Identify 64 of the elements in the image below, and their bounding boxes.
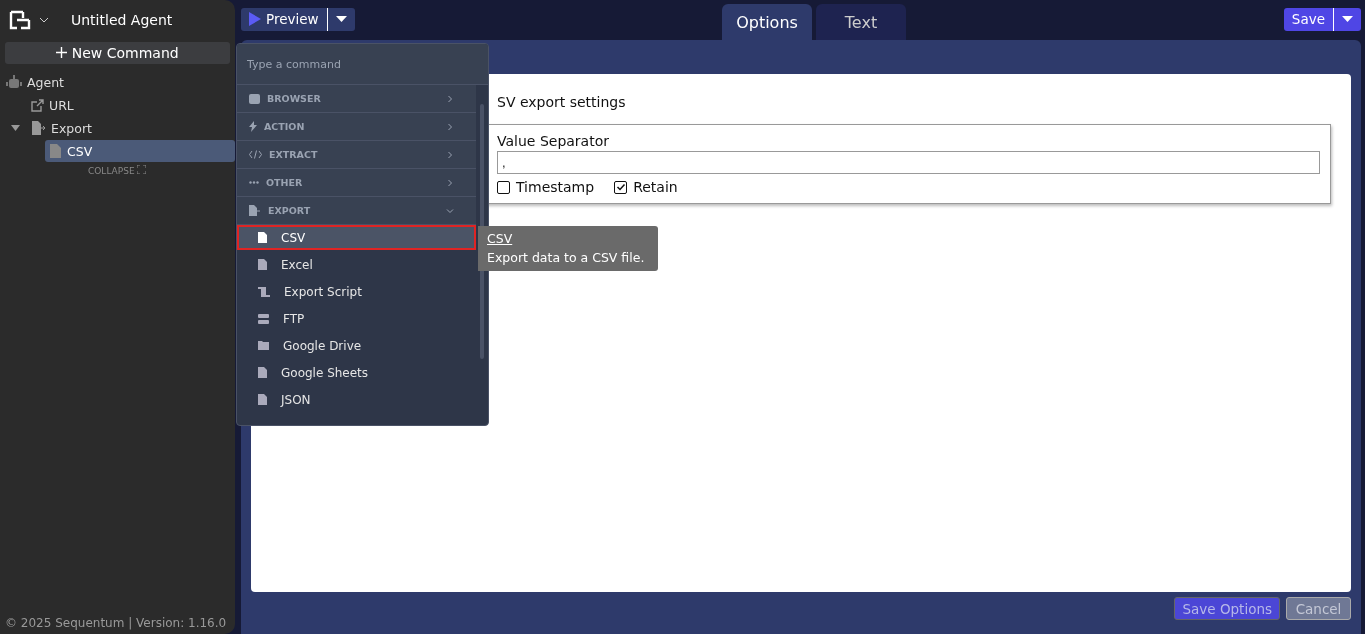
- new-command-button[interactable]: New Command: [5, 42, 230, 64]
- menu-item[interactable]: JSON: [237, 387, 476, 412]
- chevron-down-icon[interactable]: [39, 16, 49, 24]
- caret-down-icon[interactable]: [1342, 16, 1353, 22]
- agent-title: Untitled Agent: [71, 12, 173, 28]
- dots-icon: [249, 181, 259, 184]
- server-icon: [258, 313, 269, 324]
- tree-item[interactable]: URL: [0, 94, 235, 116]
- file-icon: [258, 259, 267, 270]
- chevron-right-icon: [446, 178, 454, 187]
- checkbox-label: Retain: [633, 179, 678, 195]
- external-link-icon: [31, 98, 44, 112]
- file-icon: [258, 367, 267, 378]
- tree-item[interactable]: Agent: [0, 71, 235, 93]
- field-label: Value Separator: [497, 133, 610, 149]
- collapse-button[interactable]: COLLAPSE: [88, 163, 147, 178]
- checkbox-label: Timestamp: [516, 179, 595, 195]
- menu-category[interactable]: BROWSER: [237, 85, 476, 113]
- tooltip-title: CSV: [487, 230, 514, 248]
- robot-icon: [6, 75, 22, 89]
- file-export-icon: [249, 205, 261, 216]
- scroll-icon: [258, 286, 270, 297]
- chevron-right-icon: [446, 122, 454, 131]
- csv-file-icon: [50, 144, 62, 158]
- preview-button[interactable]: Preview: [241, 7, 355, 31]
- folder-icon: [258, 341, 269, 350]
- bolt-icon: [249, 121, 257, 132]
- menu-item[interactable]: Export Script: [237, 279, 476, 304]
- chevron-right-icon: [446, 150, 454, 159]
- menu-item[interactable]: Google Sheets: [237, 360, 476, 385]
- expand-icon: [137, 165, 147, 174]
- tab[interactable]: Options: [722, 4, 812, 40]
- plus-icon: [56, 47, 68, 58]
- checkbox[interactable]: [614, 180, 628, 194]
- menu-category[interactable]: OTHER: [237, 169, 476, 197]
- caret-down-icon[interactable]: [335, 16, 347, 22]
- save-options-button[interactable]: Save Options: [1174, 597, 1280, 620]
- menu-item[interactable]: Google Drive: [237, 333, 476, 358]
- file-icon: [258, 232, 267, 243]
- file-icon: [258, 394, 267, 405]
- footer-text: © 2025 Sequentum | Version: 1.16.0: [4, 616, 228, 632]
- command-search-field[interactable]: Type a command: [237, 44, 488, 85]
- checkbox[interactable]: [497, 180, 510, 194]
- tooltip-text: Export data to a CSV file.: [487, 249, 646, 267]
- menu-category[interactable]: ACTION: [237, 113, 476, 141]
- code-icon: [249, 150, 262, 159]
- chevron-right-icon: [446, 94, 454, 103]
- tree-item[interactable]: CSV: [45, 140, 235, 162]
- menu-item[interactable]: Excel: [237, 252, 476, 277]
- chevron-down-icon: [446, 206, 454, 215]
- tab[interactable]: Text: [816, 4, 906, 40]
- menu-category[interactable]: EXPORT: [237, 197, 476, 225]
- menu-item[interactable]: CSV: [237, 225, 476, 250]
- menu-category[interactable]: EXTRACT: [237, 141, 476, 169]
- menu-item[interactable]: FTP: [237, 306, 476, 331]
- window-icon: [249, 93, 260, 104]
- file-export-icon: [31, 121, 46, 135]
- play-icon: [249, 12, 261, 26]
- separator-input-field[interactable]: ,: [497, 151, 1320, 174]
- tree-item[interactable]: Export: [0, 117, 235, 139]
- form-title: SV export settings: [497, 94, 626, 112]
- caret-down-icon[interactable]: [11, 125, 20, 131]
- logo-icon[interactable]: [9, 10, 31, 30]
- save-button[interactable]: Save: [1283, 7, 1361, 31]
